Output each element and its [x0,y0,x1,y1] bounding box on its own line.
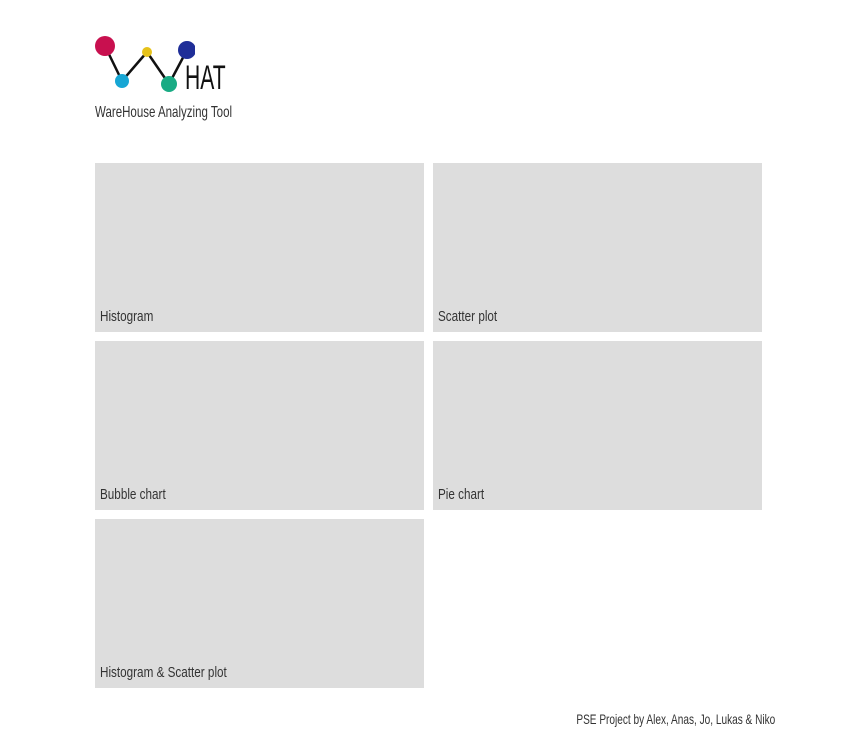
app-tagline: WareHouse Analyzing Tool [95,104,233,121]
tile-label: Pie chart [438,486,485,503]
tile-pie-chart[interactable]: Pie chart [433,341,762,510]
tile-label: Histogram & Scatter plot [100,664,227,681]
tile-histogram[interactable]: Histogram [95,163,424,332]
tile-label: Scatter plot [438,308,498,325]
tile-label: Bubble chart [100,486,166,503]
tile-scatter-plot[interactable]: Scatter plot [433,163,762,332]
tile-bubble-chart[interactable]: Bubble chart [95,341,424,510]
app-logo: HAT WareHouse Analyzing Tool [95,34,255,126]
logo-dot-cyan [115,74,129,88]
tile-label: Histogram [100,308,154,325]
what-logo-icon [95,36,195,92]
logo-wordmark: HAT [185,59,226,97]
logo-dot-yellow [142,47,152,57]
tile-histogram-scatter-plot[interactable]: Histogram & Scatter plot [95,519,424,688]
logo-dot-pink [95,36,115,56]
logo-dot-blue [178,41,195,59]
logo-dot-green [161,76,177,92]
footer-credits: PSE Project by Alex, Anas, Jo, Lukas & N… [576,711,775,727]
